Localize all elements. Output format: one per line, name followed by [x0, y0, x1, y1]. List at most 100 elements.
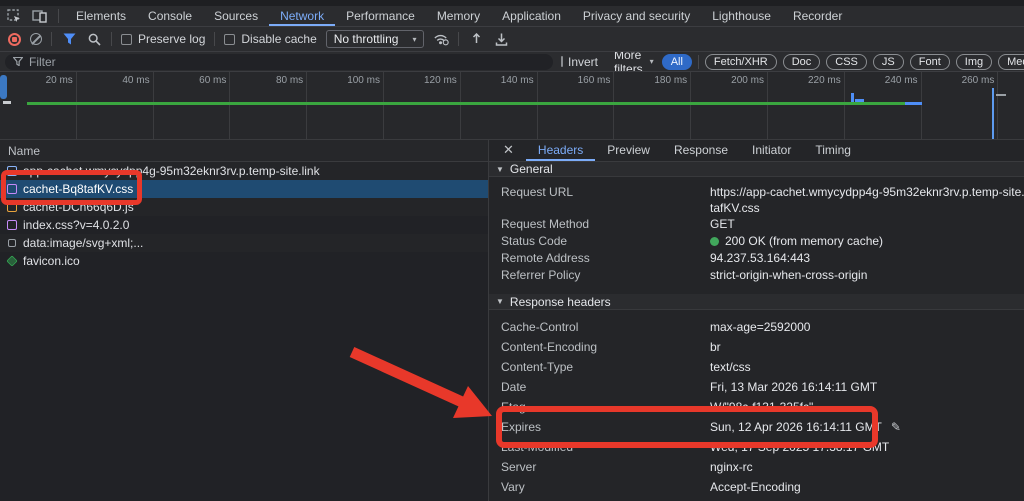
pill-css[interactable]: CSS — [826, 54, 867, 70]
close-icon[interactable]: ✕ — [489, 140, 526, 161]
tab-performance[interactable]: Performance — [335, 6, 426, 26]
header-value: br — [710, 337, 1024, 357]
pill-js[interactable]: JS — [873, 54, 904, 70]
request-name: index.css?v=4.0.2.0 — [23, 218, 129, 232]
network-conditions-icon[interactable] — [433, 31, 449, 47]
header-label: Etag — [501, 397, 710, 417]
filter-input[interactable]: Filter — [5, 54, 553, 70]
pill-media[interactable]: Media — [998, 54, 1024, 70]
timeline-request-duration-bar — [27, 102, 908, 105]
image-file-icon — [6, 255, 17, 266]
divider — [58, 9, 59, 23]
response-header-rows: Cache-Control max-age=2592000 Content-En… — [489, 310, 1024, 501]
tab-memory[interactable]: Memory — [426, 6, 491, 26]
header-label: Content-Encoding — [501, 337, 710, 357]
tab-lighthouse[interactable]: Lighthouse — [701, 6, 782, 26]
disable-cache-checkbox[interactable] — [224, 34, 235, 45]
header-row-content-type: Content-Type text/css — [489, 357, 1024, 377]
tick-label: 100 ms — [307, 72, 384, 139]
header-row-request-url: Request URL https://app-cachet.wmycydpp4… — [489, 184, 1024, 216]
header-label: Content-Type — [501, 357, 710, 377]
header-value: Fri, 13 Mar 2026 16:14:11 GMT — [710, 377, 1024, 397]
more-filters-button[interactable]: More filters ▾ — [614, 52, 654, 72]
header-value: Sun, 12 Apr 2026 16:14:11 GMT✎ — [710, 417, 1024, 437]
tab-preview[interactable]: Preview — [595, 140, 662, 161]
document-file-icon — [7, 166, 17, 176]
filter-funnel-icon — [13, 57, 23, 66]
preserve-log-checkbox[interactable] — [121, 34, 132, 45]
details-tabbar: ✕ Headers Preview Response Initiator Tim… — [489, 140, 1024, 162]
header-row-cache-control: Cache-Control max-age=2592000 — [489, 317, 1024, 337]
name-column-header[interactable]: Name — [0, 140, 488, 162]
tick-label: 60 ms — [154, 72, 231, 139]
record-network-log-icon[interactable] — [8, 33, 21, 46]
pill-font[interactable]: Font — [910, 54, 950, 70]
domcontentloaded-marker — [992, 88, 994, 140]
request-row-selected[interactable]: cachet-Bq8tafKV.css — [0, 180, 488, 198]
header-value: strict-origin-when-cross-origin — [710, 267, 1024, 283]
tab-privacy-and-security[interactable]: Privacy and security — [572, 6, 701, 26]
timeline-brush-handle[interactable] — [0, 75, 7, 99]
timeline-blue-marker-dash — [855, 99, 864, 102]
edit-pencil-icon[interactable]: ✎ — [891, 420, 901, 434]
tick-label: 220 ms — [768, 72, 845, 139]
tab-elements[interactable]: Elements — [65, 6, 137, 26]
script-file-icon — [7, 202, 17, 212]
header-row-etag: Etag W/"98c-f131-325fc" — [489, 397, 1024, 417]
invert-checkbox[interactable] — [561, 56, 563, 67]
header-value: Accept-Encoding — [710, 477, 1024, 497]
tab-headers[interactable]: Headers — [526, 140, 595, 161]
header-value: 94.237.53.164:443 — [710, 250, 1024, 266]
request-row[interactable]: app-cachet.wmycydpp4g-95m32eknr3rv.p.tem… — [0, 162, 488, 180]
pill-doc[interactable]: Doc — [783, 54, 821, 70]
import-har-icon[interactable] — [468, 31, 484, 47]
tab-network[interactable]: Network — [269, 6, 335, 26]
triangle-down-icon: ▼ — [496, 165, 504, 174]
devtools-tabbar: Elements Console Sources Network Perform… — [0, 0, 1024, 27]
tick-label: 240 ms — [845, 72, 922, 139]
header-row-vary: Vary Accept-Encoding — [489, 477, 1024, 497]
chevron-down-icon: ▾ — [412, 35, 416, 44]
header-label: Request Method — [501, 216, 710, 232]
tab-application[interactable]: Application — [491, 6, 572, 26]
device-toolbar-icon[interactable] — [32, 8, 48, 24]
request-row[interactable]: favicon.ico — [0, 252, 488, 270]
filter-toggle-icon[interactable] — [61, 31, 77, 47]
tick-label: 40 ms — [77, 72, 154, 139]
export-har-icon[interactable] — [493, 31, 509, 47]
search-icon[interactable] — [86, 31, 102, 47]
header-value: nginx-rc — [710, 457, 1024, 477]
stylesheet-file-icon — [7, 184, 17, 194]
header-label: Status Code — [501, 233, 710, 249]
request-row[interactable]: index.css?v=4.0.2.0 — [0, 216, 488, 234]
header-row-server: Server nginx-rc — [489, 457, 1024, 477]
tab-sources[interactable]: Sources — [203, 6, 269, 26]
pill-all[interactable]: All — [662, 54, 692, 70]
pill-fetch-xhr[interactable]: Fetch/XHR — [705, 54, 777, 70]
network-toolbar: Preserve log Disable cache No throttling… — [0, 27, 1024, 52]
clear-network-log-icon[interactable] — [30, 33, 42, 45]
tab-timing[interactable]: Timing — [803, 140, 863, 161]
throttling-select[interactable]: No throttling ▾ — [326, 30, 425, 48]
request-row[interactable]: cachet-DCn66q6D.js — [0, 198, 488, 216]
header-row-request-method: Request Method GET — [489, 216, 1024, 233]
request-rows: app-cachet.wmycydpp4g-95m32eknr3rv.p.tem… — [0, 162, 488, 270]
response-headers-section-header[interactable]: ▼ Response headers — [489, 294, 1024, 310]
tab-initiator[interactable]: Initiator — [740, 140, 803, 161]
tab-console[interactable]: Console — [137, 6, 203, 26]
general-section-header[interactable]: ▼ General — [489, 162, 1024, 178]
divider — [214, 32, 215, 46]
tab-response[interactable]: Response — [662, 140, 740, 161]
tick-label: 180 ms — [614, 72, 691, 139]
filter-placeholder: Filter — [29, 55, 56, 69]
network-overview-timeline[interactable]: 20 ms 40 ms 60 ms 80 ms 100 ms 120 ms 14… — [0, 72, 1024, 140]
pill-img[interactable]: Img — [956, 54, 992, 70]
tab-recorder[interactable]: Recorder — [782, 6, 853, 26]
invert-label: Invert — [568, 55, 598, 69]
inspect-element-icon[interactable] — [6, 8, 22, 24]
throttling-value: No throttling — [334, 32, 399, 46]
request-row[interactable]: data:image/svg+xml;... — [0, 234, 488, 252]
tick-label: 120 ms — [384, 72, 461, 139]
header-label: Remote Address — [501, 250, 710, 266]
header-value: https://app-cachet.wmycydpp4g-95m32eknr3… — [710, 184, 1024, 216]
